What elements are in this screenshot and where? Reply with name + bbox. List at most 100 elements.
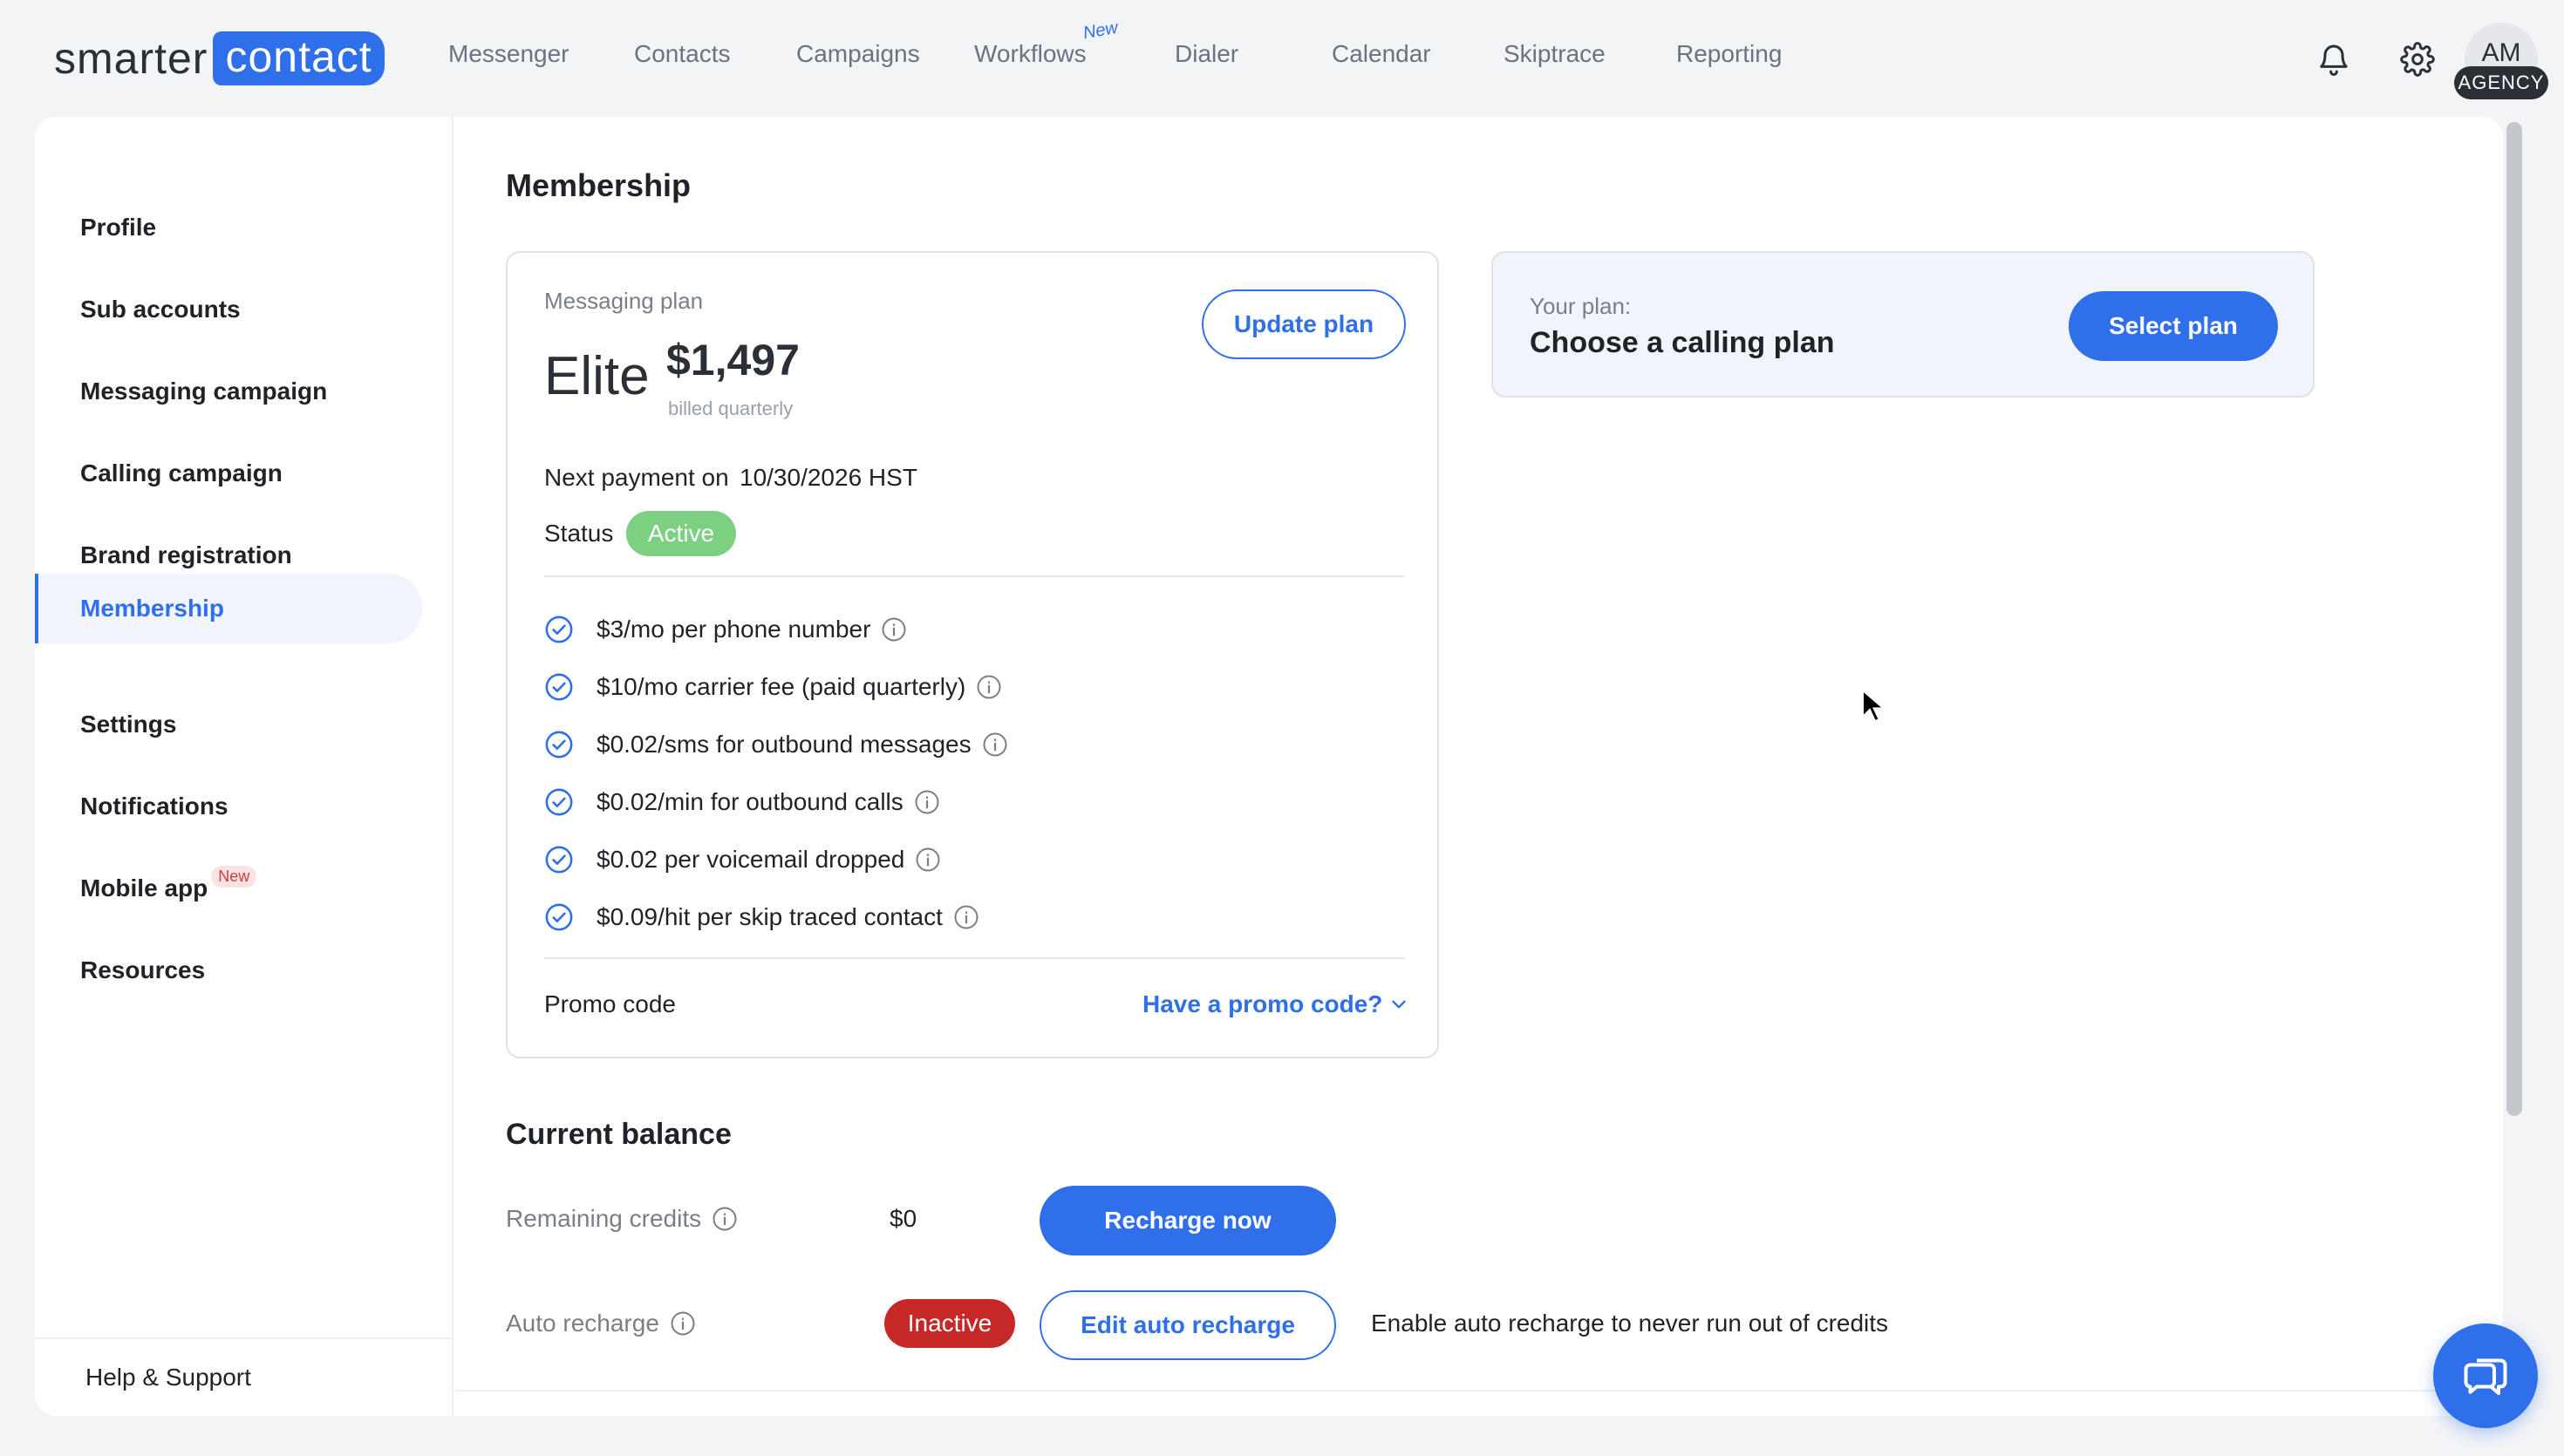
sidebar-item-label: Sub accounts [80, 296, 241, 323]
sidebar-item-profile[interactable]: Profile [35, 194, 422, 262]
promo-code-label: Promo code [544, 990, 676, 1017]
update-plan-button[interactable]: Update plan [1202, 289, 1406, 359]
nav-calendar[interactable]: Calendar [1332, 40, 1431, 68]
sidebar-divider [35, 1337, 453, 1339]
billing-period: billed quarterly [668, 398, 794, 419]
your-plan-label: Your plan: [1530, 293, 1632, 319]
feature-text: $3/mo per phone number [597, 616, 871, 643]
notifications-bell-icon[interactable] [2309, 35, 2358, 84]
info-icon[interactable] [915, 847, 941, 873]
info-icon[interactable] [953, 904, 979, 930]
smarter-contact-logo[interactable]: smarter contact [54, 31, 385, 85]
next-payment-label: Next payment on [544, 464, 729, 491]
check-circle-icon [545, 788, 573, 816]
nav-messenger[interactable]: Messenger [448, 40, 569, 68]
check-circle-icon [545, 673, 573, 701]
feature-item: $0.09/hit per skip traced contact [544, 900, 979, 935]
check-circle-icon [545, 616, 573, 643]
calling-plan-card: Your plan: Choose a calling plan Select … [1491, 251, 2315, 398]
check-circle-icon [545, 846, 573, 874]
info-icon[interactable] [914, 789, 940, 815]
page-scrollbar[interactable] [2506, 122, 2522, 1116]
sidebar-item-settings[interactable]: Settings [35, 691, 422, 759]
sidebar-item-label: Mobile app [80, 874, 208, 901]
info-icon[interactable] [712, 1206, 738, 1232]
check-circle-icon [545, 731, 573, 759]
nav-workflows[interactable]: Workflows [974, 40, 1087, 68]
status-badge: Active [626, 511, 736, 556]
plan-name: Elite [544, 346, 650, 406]
mobile-app-new-badge: New [211, 865, 257, 888]
feature-item: $0.02/sms for outbound messages [544, 727, 1008, 762]
nav-skiptrace[interactable]: Skiptrace [1504, 40, 1606, 68]
info-icon[interactable] [982, 731, 1008, 758]
promo-code-toggle[interactable]: Have a promo code? [1142, 990, 1410, 1018]
card-divider [544, 957, 1404, 959]
auto-recharge-text: Auto recharge [506, 1310, 659, 1337]
plan-price: $1,497 [666, 336, 800, 384]
feature-text: $0.02 per voicemail dropped [597, 846, 905, 873]
nav-contacts[interactable]: Contacts [634, 40, 731, 68]
feature-item: $10/mo carrier fee (paid quarterly) [544, 670, 1002, 704]
status-label: Status [544, 520, 614, 547]
info-icon[interactable] [881, 616, 907, 643]
top-navigation-bar: smarter contact Messenger Contacts Campa… [0, 0, 2564, 115]
sidebar-item-label: Profile [80, 214, 157, 241]
edit-auto-recharge-button[interactable]: Edit auto recharge [1040, 1290, 1336, 1360]
page-title: Membership [506, 167, 692, 203]
auto-recharge-hint: Enable auto recharge to never run out of… [1371, 1310, 1889, 1337]
sidebar-item-calling-campaign[interactable]: Calling campaign [35, 439, 422, 507]
agency-role-badge: AGENCY [2454, 66, 2548, 99]
chat-support-button[interactable] [2433, 1323, 2538, 1428]
calling-plan-title: Choose a calling plan [1530, 326, 1835, 359]
nav-reporting[interactable]: Reporting [1676, 40, 1782, 68]
sidebar-item-mobile-app[interactable]: Mobile app New [35, 854, 422, 922]
sidebar-item-label: Messaging campaign [80, 378, 328, 405]
content-bottom-divider [455, 1390, 2461, 1391]
sidebar-item-messaging-campaign[interactable]: Messaging campaign [35, 357, 422, 425]
feature-text: $0.02/sms for outbound messages [597, 731, 972, 758]
sidebar-item-label: Calling campaign [80, 459, 283, 486]
info-icon[interactable] [976, 674, 1002, 700]
nav-dialer[interactable]: Dialer [1175, 40, 1238, 68]
settings-sidebar: Profile Sub accounts Messaging campaign … [35, 117, 453, 1416]
sidebar-item-label: Brand registration [80, 541, 292, 568]
feature-text: $0.02/min for outbound calls [597, 788, 904, 815]
sidebar-item-sub-accounts[interactable]: Sub accounts [35, 276, 422, 344]
remaining-credits-label: Remaining credits [506, 1205, 738, 1233]
select-plan-button[interactable]: Select plan [2069, 291, 2278, 361]
auto-recharge-status-badge: Inactive [884, 1299, 1015, 1348]
settings-gear-icon[interactable] [2393, 35, 2442, 84]
sidebar-item-label: Settings [80, 711, 177, 738]
info-icon[interactable] [670, 1310, 696, 1337]
avatar-initials: AM [2481, 38, 2521, 67]
card-divider [544, 575, 1404, 577]
sidebar-item-notifications[interactable]: Notifications [35, 772, 422, 840]
membership-content: Membership Messaging plan Elite $1,497 b… [455, 117, 2461, 1416]
current-balance-title: Current balance [506, 1118, 732, 1151]
remaining-credits-text: Remaining credits [506, 1205, 702, 1232]
logo-text-smarter: smarter [54, 34, 208, 83]
next-payment-date: 10/30/2026 HST [740, 464, 917, 491]
chevron-down-icon [1392, 1000, 1407, 1009]
help-support-link[interactable]: Help & Support [85, 1364, 251, 1391]
workflows-new-badge: New [1081, 17, 1120, 44]
messaging-plan-label: Messaging plan [544, 288, 704, 314]
sidebar-item-membership[interactable]: Membership [35, 574, 422, 643]
feature-item: $0.02/min for outbound calls [544, 785, 940, 820]
promo-code-link-text: Have a promo code? [1142, 990, 1383, 1017]
feature-item: $0.02 per voicemail dropped [544, 842, 941, 877]
sidebar-item-label: Notifications [80, 793, 228, 820]
logo-text-contact: contact [213, 31, 385, 85]
recharge-now-button[interactable]: Recharge now [1040, 1186, 1336, 1255]
check-circle-icon [545, 903, 573, 931]
feature-text: $10/mo carrier fee (paid quarterly) [597, 673, 966, 700]
sidebar-item-resources[interactable]: Resources [35, 936, 422, 1004]
feature-item: $3/mo per phone number [544, 612, 907, 647]
auto-recharge-label: Auto recharge [506, 1310, 696, 1337]
messaging-plan-card: Messaging plan Elite $1,497 billed quart… [506, 251, 1439, 1058]
feature-text: $0.09/hit per skip traced contact [597, 903, 943, 930]
mouse-cursor-icon [1862, 689, 1884, 723]
nav-campaigns[interactable]: Campaigns [796, 40, 920, 68]
settings-frame: Profile Sub accounts Messaging campaign … [35, 117, 2503, 1416]
